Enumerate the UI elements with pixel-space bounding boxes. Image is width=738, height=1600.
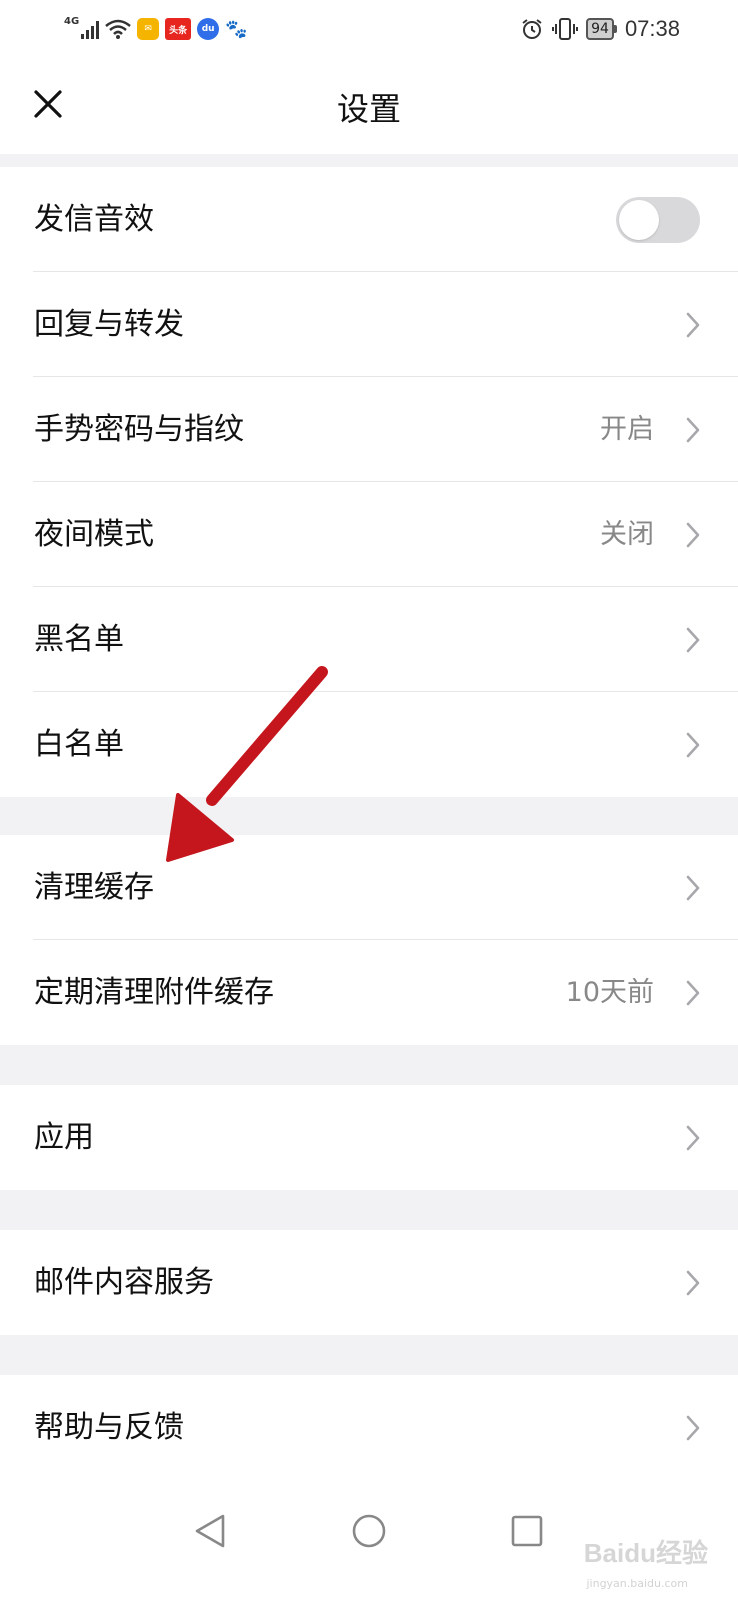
chevron-right-icon xyxy=(686,522,700,548)
settings-row-blacklist[interactable]: 黑名单 xyxy=(0,587,738,692)
status-bar: 4G ✉ 头条 du 🐾 94 07:38 xyxy=(0,0,738,58)
chevron-right-icon xyxy=(686,732,700,758)
settings-section-general: 发信音效 回复与转发 手势密码与指纹 开启 夜间模式 关闭 黑名单 白名单 xyxy=(0,167,738,797)
toggle-knob xyxy=(619,200,659,240)
baidu-app-icon: du xyxy=(197,18,220,40)
send-sound-toggle[interactable] xyxy=(616,197,700,243)
settings-row-label: 帮助与反馈 xyxy=(34,1410,184,1445)
settings-row-label: 应用 xyxy=(34,1120,94,1155)
home-circle-icon xyxy=(352,1514,386,1548)
settings-row-value: 开启 xyxy=(600,414,654,445)
signal-strength-icon xyxy=(81,19,100,39)
settings-header: 设置 xyxy=(0,58,738,154)
settings-row-night-mode[interactable]: 夜间模式 关闭 xyxy=(0,482,738,587)
status-time: 07:38 xyxy=(624,16,680,41)
settings-row-label: 回复与转发 xyxy=(34,307,184,342)
chevron-right-icon xyxy=(686,875,700,901)
system-nav-bar: Baidu经验 jingyan.baidu.com xyxy=(0,1478,738,1600)
chevron-right-icon xyxy=(686,1270,700,1296)
toutiao-app-icon: 头条 xyxy=(165,18,192,40)
settings-row-label: 邮件内容服务 xyxy=(34,1265,214,1300)
settings-row-label: 清理缓存 xyxy=(34,870,154,905)
settings-row-label: 黑名单 xyxy=(34,622,124,657)
settings-section-content-service: 邮件内容服务 xyxy=(0,1230,738,1335)
settings-row-label: 夜间模式 xyxy=(34,517,154,552)
settings-row-gesture-fingerprint[interactable]: 手势密码与指纹 开启 xyxy=(0,377,738,482)
recents-square-icon xyxy=(511,1515,543,1547)
chevron-right-icon xyxy=(686,627,700,653)
baidu-paw-icon: 🐾 xyxy=(224,18,248,40)
chevron-right-icon xyxy=(686,312,700,338)
baidu-watermark-url: jingyan.baidu.com xyxy=(586,1577,688,1590)
settings-row-label: 白名单 xyxy=(34,727,124,762)
settings-row-label: 定期清理附件缓存 xyxy=(34,975,274,1010)
settings-row-send-sound: 发信音效 xyxy=(0,167,738,272)
settings-row-whitelist[interactable]: 白名单 xyxy=(0,692,738,797)
settings-section-cache: 清理缓存 定期清理附件缓存 10天前 xyxy=(0,835,738,1045)
alarm-icon xyxy=(522,19,542,39)
settings-row-reply-forward[interactable]: 回复与转发 xyxy=(0,272,738,377)
settings-row-clear-cache[interactable]: 清理缓存 xyxy=(0,835,738,940)
baidu-watermark: Baidu经验 xyxy=(583,1538,708,1568)
page-title: 设置 xyxy=(336,90,401,128)
vibrate-icon xyxy=(552,18,579,40)
nav-back-button[interactable] xyxy=(185,1506,235,1556)
settings-row-label: 发信音效 xyxy=(34,202,154,237)
settings-section-help: 帮助与反馈 xyxy=(0,1375,738,1480)
chevron-right-icon xyxy=(686,1415,700,1441)
settings-row-value: 关闭 xyxy=(600,519,654,550)
network-type-label: 4G xyxy=(64,15,80,27)
battery-indicator: 94 xyxy=(586,18,617,40)
settings-row-mail-content-service[interactable]: 邮件内容服务 xyxy=(0,1230,738,1335)
status-bar-left: 4G ✉ 头条 du 🐾 xyxy=(64,14,247,44)
back-triangle-icon xyxy=(195,1514,225,1548)
nav-home-button[interactable] xyxy=(344,1506,394,1556)
battery-level: 94 xyxy=(586,18,614,40)
status-bar-right: 94 07:38 xyxy=(520,14,680,44)
chevron-right-icon xyxy=(686,980,700,1006)
settings-row-apps[interactable]: 应用 xyxy=(0,1085,738,1190)
battery-tip xyxy=(613,25,617,33)
mail-app-icon: ✉ xyxy=(137,18,160,40)
settings-row-label: 手势密码与指纹 xyxy=(34,412,244,447)
chevron-right-icon xyxy=(686,417,700,443)
settings-section-apps: 应用 xyxy=(0,1085,738,1190)
settings-row-value: 10天前 xyxy=(565,977,654,1008)
wifi-icon xyxy=(105,19,131,39)
settings-row-help-feedback[interactable]: 帮助与反馈 xyxy=(0,1375,738,1480)
nav-recents-button[interactable] xyxy=(502,1506,552,1556)
chevron-right-icon xyxy=(686,1125,700,1151)
settings-row-auto-clear-attachments[interactable]: 定期清理附件缓存 10天前 xyxy=(0,940,738,1045)
